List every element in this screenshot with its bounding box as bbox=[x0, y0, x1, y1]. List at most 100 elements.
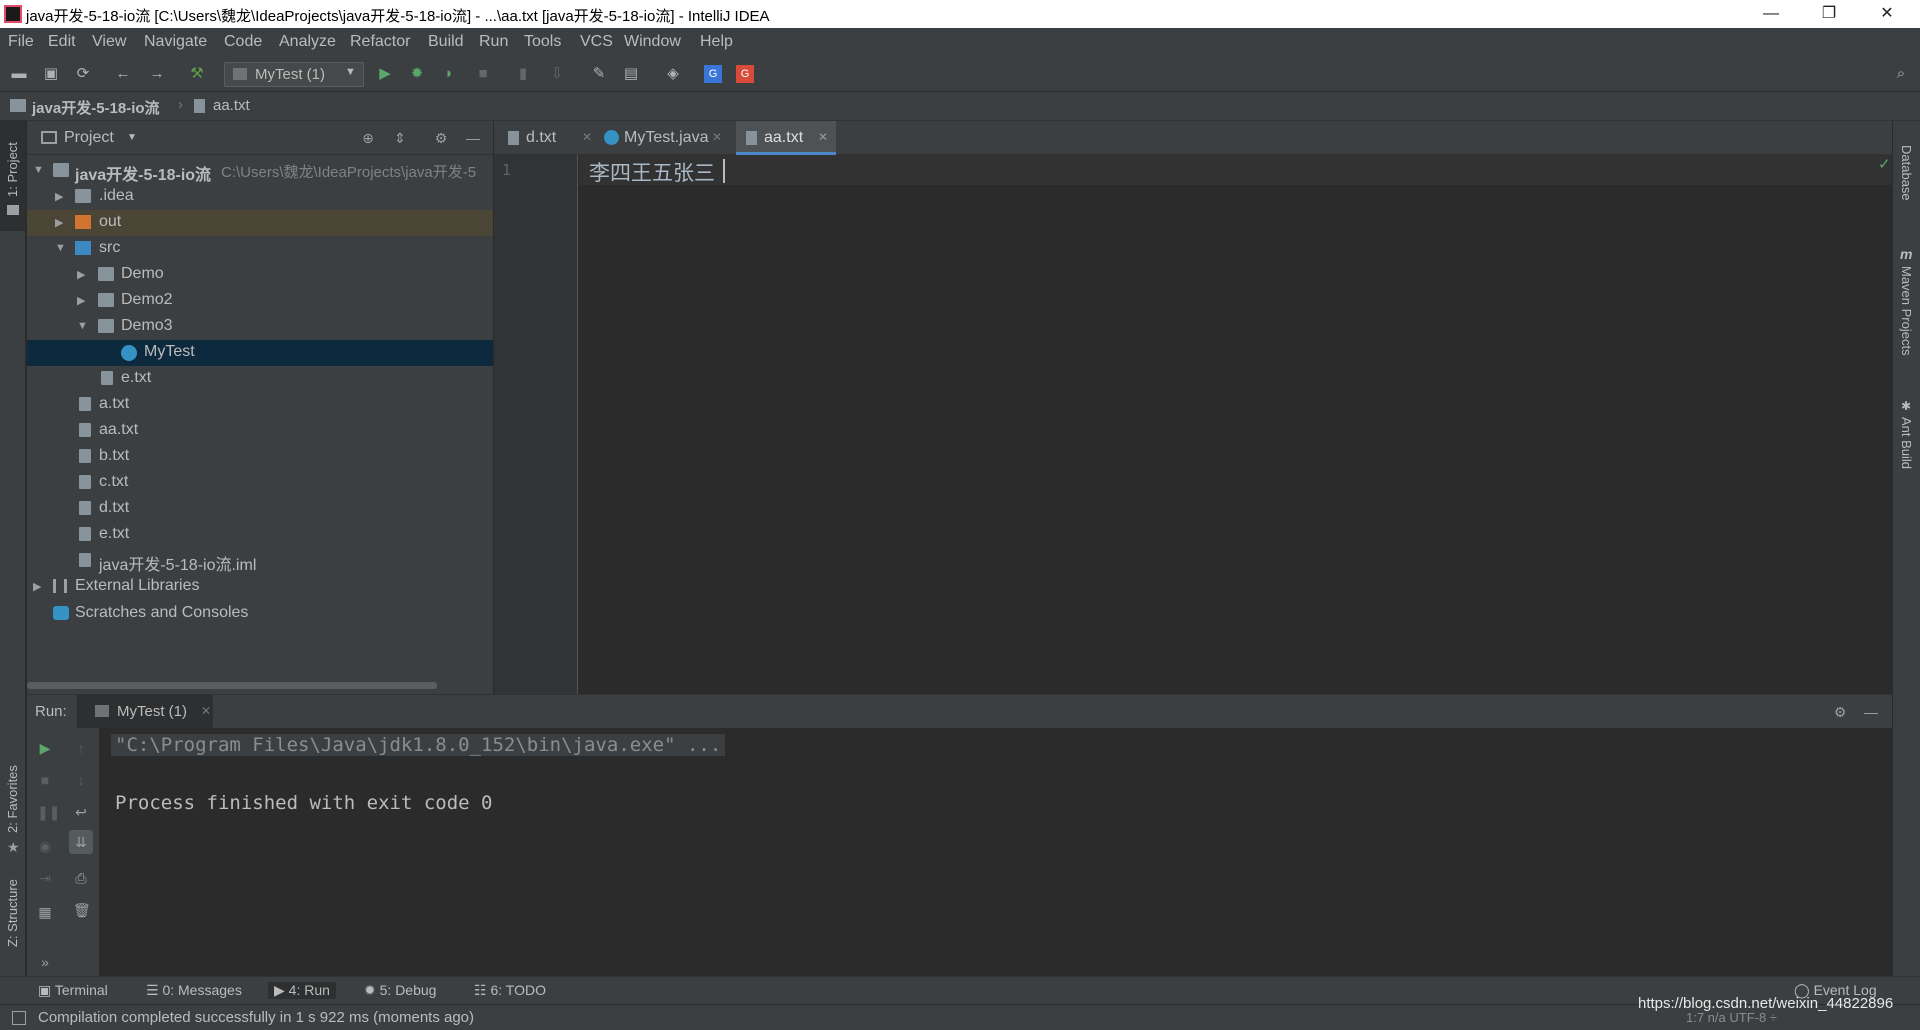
tree-row-c[interactable]: c.txt bbox=[27, 470, 493, 496]
tree-row-out[interactable]: ▶ out bbox=[27, 210, 493, 236]
horizontal-scrollbar[interactable] bbox=[27, 682, 437, 689]
tab-terminal[interactable]: ▣ Terminal bbox=[38, 982, 108, 999]
menu-navigate[interactable]: Navigate bbox=[144, 33, 207, 51]
close-icon[interactable]: ✕ bbox=[201, 704, 211, 718]
close-icon[interactable]: ✕ bbox=[818, 130, 828, 144]
chevron-right-icon[interactable]: ▶ bbox=[55, 216, 67, 229]
chevron-down-icon[interactable]: ▼ bbox=[33, 164, 45, 176]
tab-debug[interactable]: ✹ 5: Debug bbox=[364, 982, 436, 999]
structure-tool-tab[interactable]: Z: Structure bbox=[0, 861, 25, 971]
breadcrumb-project[interactable]: java开发-5-18-io流 bbox=[32, 97, 160, 118]
ant-tool-tab[interactable]: ✱ Ant Build bbox=[1893, 399, 1920, 499]
menu-tools[interactable]: Tools bbox=[524, 33, 561, 51]
more-icon[interactable]: » bbox=[37, 954, 53, 970]
menu-file[interactable]: File bbox=[8, 33, 34, 51]
sdk-manager-icon[interactable]: ◈ bbox=[664, 65, 682, 83]
sync-icon[interactable]: ⟳ bbox=[74, 65, 92, 83]
dump-threads-icon[interactable]: ◉ bbox=[37, 838, 53, 854]
project-structure-icon[interactable]: ▤ bbox=[622, 65, 640, 83]
pause-icon[interactable]: ❚❚ bbox=[37, 804, 60, 820]
layout-icon[interactable]: ▦ bbox=[37, 904, 53, 920]
vcs-update-icon[interactable]: ▮ bbox=[514, 65, 532, 83]
exit-icon[interactable]: ⇥ bbox=[37, 870, 53, 886]
project-tool-tab[interactable]: 1: Project bbox=[0, 121, 25, 231]
chevron-right-icon[interactable]: ▶ bbox=[55, 190, 67, 203]
hide-panel-icon[interactable]: — bbox=[1863, 704, 1879, 720]
project-view-title[interactable]: Project bbox=[64, 129, 114, 147]
tree-row-demo2[interactable]: ▶ Demo2 bbox=[27, 288, 493, 314]
open-folder-icon[interactable]: ▬ bbox=[10, 65, 28, 83]
chevron-right-icon[interactable]: ▶ bbox=[33, 580, 45, 593]
build-hammer-icon[interactable]: ⚒ bbox=[188, 65, 206, 83]
menu-run[interactable]: Run bbox=[479, 33, 508, 51]
vcs-commit-icon[interactable]: ⇩ bbox=[548, 65, 566, 83]
tab-d-txt[interactable]: d.txt ✕ bbox=[504, 121, 600, 155]
gear-icon[interactable]: ⚙ bbox=[433, 130, 449, 146]
coverage-icon[interactable]: ◗ bbox=[440, 65, 458, 83]
tree-row-a[interactable]: a.txt bbox=[27, 392, 493, 418]
menu-build[interactable]: Build bbox=[428, 33, 464, 51]
editor-content[interactable]: 李四王五张三 bbox=[589, 157, 715, 187]
close-icon[interactable]: ✕ bbox=[712, 130, 722, 144]
restore-button[interactable]: ❐ bbox=[1806, 0, 1852, 28]
debug-icon[interactable]: ✹ bbox=[408, 65, 426, 83]
trash-icon[interactable]: 🗑 bbox=[73, 902, 91, 918]
chevron-right-icon[interactable]: ▶ bbox=[77, 294, 89, 307]
tree-row-demo3[interactable]: ▼ Demo3 bbox=[27, 314, 493, 340]
menu-view[interactable]: View bbox=[92, 33, 126, 51]
run-tab-mytest[interactable]: MyTest (1) ✕ bbox=[77, 695, 213, 729]
up-arrow-icon[interactable]: ↑ bbox=[73, 740, 89, 756]
tab-mytest-java[interactable]: MyTest.java ✕ bbox=[600, 121, 730, 155]
tree-row-aa[interactable]: aa.txt bbox=[27, 418, 493, 444]
tree-row-b[interactable]: b.txt bbox=[27, 444, 493, 470]
chevron-down-icon[interactable]: ▼ bbox=[55, 242, 67, 254]
soft-wrap-icon[interactable]: ↩ bbox=[73, 804, 89, 820]
hide-panel-icon[interactable]: — bbox=[465, 130, 481, 146]
tab-run[interactable]: ▶ 4: Run bbox=[268, 982, 336, 999]
rerun-icon[interactable]: ▶ bbox=[37, 740, 53, 756]
tree-row-e-inner[interactable]: e.txt bbox=[27, 366, 493, 392]
stop-icon[interactable]: ■ bbox=[37, 772, 53, 788]
run-configuration-select[interactable]: MyTest (1) ▼ bbox=[224, 62, 364, 87]
toggle-tool-windows-icon[interactable] bbox=[12, 1011, 26, 1025]
run-icon[interactable]: ▶ bbox=[376, 65, 394, 83]
tree-row-iml[interactable]: java开发-5-18-io流.iml bbox=[27, 548, 493, 574]
collapse-all-icon[interactable]: ⇕ bbox=[392, 130, 408, 146]
database-tool-tab[interactable]: Database bbox=[1893, 131, 1920, 231]
translate-icon[interactable]: G bbox=[704, 65, 722, 83]
translate-replace-icon[interactable]: G bbox=[736, 65, 754, 83]
chevron-down-icon[interactable]: ▼ bbox=[127, 132, 137, 143]
save-all-icon[interactable]: ▣ bbox=[42, 65, 60, 83]
tree-row-idea[interactable]: ▶ .idea bbox=[27, 184, 493, 210]
settings-wrench-icon[interactable]: ✎ bbox=[590, 65, 608, 83]
scroll-to-end-icon[interactable]: ⇊ bbox=[69, 830, 93, 854]
tree-row-e[interactable]: e.txt bbox=[27, 522, 493, 548]
locate-target-icon[interactable]: ⊕ bbox=[360, 130, 376, 146]
console-output[interactable]: "C:\Program Files\Java\jdk1.8.0_152\bin\… bbox=[99, 728, 1892, 976]
tree-row-src[interactable]: ▼ src bbox=[27, 236, 493, 262]
tree-row-external-libraries[interactable]: ▶ External Libraries bbox=[27, 574, 493, 600]
tab-todo[interactable]: ☷ 6: TODO bbox=[474, 982, 546, 999]
maven-tool-tab[interactable]: m Maven Projects bbox=[1893, 246, 1920, 376]
menu-edit[interactable]: Edit bbox=[48, 33, 76, 51]
menu-help[interactable]: Help bbox=[700, 33, 733, 51]
minimize-button[interactable]: — bbox=[1748, 0, 1794, 28]
stop-icon[interactable]: ■ bbox=[474, 65, 492, 83]
print-icon[interactable]: ⎙ bbox=[73, 870, 89, 886]
tree-row-mytest[interactable]: MyTest bbox=[27, 340, 493, 366]
favorites-tool-tab[interactable]: 2: Favorites ★ bbox=[0, 741, 25, 861]
menu-vcs[interactable]: VCS bbox=[580, 33, 613, 51]
breadcrumb-file[interactable]: aa.txt bbox=[213, 97, 250, 114]
menu-code[interactable]: Code bbox=[224, 33, 262, 51]
tree-row-scratches[interactable]: Scratches and Consoles bbox=[27, 601, 493, 627]
menu-analyze[interactable]: Analyze bbox=[279, 33, 336, 51]
tab-aa-txt[interactable]: aa.txt ✕ bbox=[736, 121, 836, 155]
menu-refactor[interactable]: Refactor bbox=[350, 33, 410, 51]
close-icon[interactable]: ✕ bbox=[582, 130, 592, 144]
chevron-right-icon[interactable]: ▶ bbox=[77, 268, 89, 281]
down-arrow-icon[interactable]: ↓ bbox=[73, 772, 89, 788]
tree-row-d[interactable]: d.txt bbox=[27, 496, 493, 522]
search-everywhere-icon[interactable]: ⌕ bbox=[1892, 65, 1910, 83]
chevron-down-icon[interactable]: ▼ bbox=[77, 320, 89, 332]
close-button[interactable]: ✕ bbox=[1864, 0, 1910, 28]
